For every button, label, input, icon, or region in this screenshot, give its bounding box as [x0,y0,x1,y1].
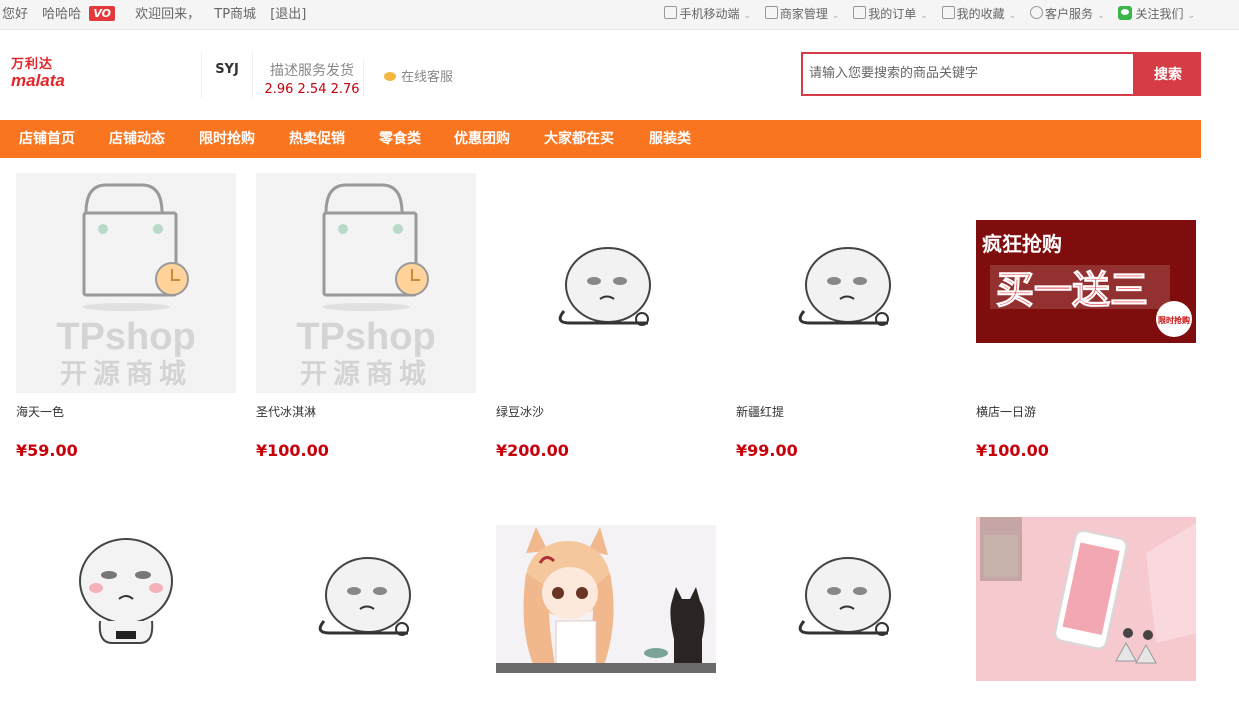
chevron-down-icon: ⌄ [920,11,928,21]
nav-item-news[interactable]: 店铺动态 [109,120,165,158]
product-name[interactable]: 绿豆冰沙 [496,403,544,420]
chevron-down-icon: ⌄ [1097,11,1105,21]
product-image[interactable] [496,173,716,393]
banner-line2: 买一送三 [996,268,1148,312]
product-price: ¥200.00 [496,441,569,460]
top-links: 手机移动端 ⌄ 商家管理 ⌄ 我的订单 ⌄ 我的收藏 ⌄ 客户服务 ⌄ 关注我们 ⌄ [654,0,1195,31]
orders-link[interactable]: 我的订单 ⌄ [853,0,928,31]
product-image[interactable] [256,493,476,713]
vip-badge: VO [89,6,115,21]
chevron-down-icon: ⌄ [743,11,752,21]
product-image[interactable] [16,493,236,713]
product-name[interactable]: 海天一色 [16,403,64,420]
headset-icon [1030,6,1044,19]
favorites-link-label: 我的收藏 [956,7,1005,21]
orders-link-label: 我的订单 [868,7,917,21]
product-image[interactable]: 疯狂抢购 买一送三 限时抢购 [976,173,1196,393]
user-greeting: 您好 哈哈哈 VO 欢迎回来， TP商城 [退出] [2,0,316,29]
search-bar: 搜索 [801,52,1201,96]
follow-link-label: 关注我们 [1135,7,1184,21]
nav-item-home[interactable]: 店铺首页 [19,120,75,158]
logout-link[interactable]: [退出] [270,7,306,22]
wechat-icon [1118,6,1133,20]
product-image[interactable] [736,493,956,713]
product-image[interactable] [496,493,716,713]
nav-item-popular[interactable]: 大家都在买 [544,120,614,158]
placeholder-text-en: TPshop [296,316,435,358]
chat-icon [384,72,396,81]
product-name[interactable]: 圣代冰淇淋 [256,403,316,420]
product-price: ¥59.00 [16,441,78,460]
nav-item-hot-promo[interactable]: 热卖促销 [289,120,345,158]
placeholder-text-cn: 开源商城 [300,359,432,390]
shop-nav: 店铺首页 店铺动态 限时抢购 热卖促销 零食类 优惠团购 大家都在买 服装类 [0,120,1201,158]
nav-item-clothing[interactable]: 服装类 [649,120,691,158]
logo-en: malata [11,71,65,90]
home-icon [764,6,778,19]
product-name[interactable]: 横店一日游 [976,403,1036,420]
score-values: 2.96 2.54 2.76 [264,82,360,97]
shop-name: SYJ [201,52,253,98]
product-image[interactable]: TPshop 开源商城 [256,173,476,393]
shop-logo[interactable]: 万利达 malata [11,58,77,92]
online-service-label: 在线客服 [401,70,454,85]
nav-item-group-buy[interactable]: 优惠团购 [454,120,510,158]
online-service-link[interactable]: 在线客服 [384,66,453,85]
service-link[interactable]: 客户服务 ⌄ [1030,0,1105,31]
nav-item-snacks[interactable]: 零食类 [379,120,421,158]
placeholder-text-cn: 开源商城 [60,359,192,390]
product-price: ¥99.00 [736,441,798,460]
search-button[interactable]: 搜索 [1135,52,1201,96]
username-link[interactable]: 哈哈哈 [42,7,81,22]
heart-icon [941,6,955,19]
score-labels: 描述服务发货 [270,63,354,79]
search-box [801,52,1135,96]
search-input[interactable] [803,54,1135,92]
mobile-link[interactable]: 手机移动端 ⌄ [664,0,751,31]
service-link-label: 客户服务 [1045,7,1094,21]
banner-badge: 限时抢购 [1158,315,1190,325]
welcome-text: 欢迎回来， [135,7,201,22]
nav-item-flash-sale[interactable]: 限时抢购 [199,120,255,158]
follow-link[interactable]: 关注我们 ⌄ [1118,0,1195,31]
top-bar: 您好 哈哈哈 VO 欢迎回来， TP商城 [退出] 手机移动端 ⌄ 商家管理 ⌄ 我… [0,0,1239,30]
greeting-text: 您好 [2,7,29,22]
merchant-link-label: 商家管理 [779,7,828,21]
product-price: ¥100.00 [256,441,329,460]
banner-line1: 疯狂抢购 [982,232,1062,256]
favorites-link[interactable]: 我的收藏 ⌄ [941,0,1017,31]
chevron-down-icon: ⌄ [831,11,840,21]
mobile-link-label: 手机移动端 [679,7,740,21]
logo-cn: 万利达 [11,57,54,72]
product-name[interactable]: 新疆红提 [736,403,784,420]
product-image[interactable] [736,173,956,393]
chevron-down-icon: ⌄ [1187,11,1195,21]
merchant-link[interactable]: 商家管理 ⌄ [764,0,840,31]
product-price: ¥100.00 [976,441,1049,460]
product-image[interactable] [976,493,1196,713]
placeholder-text-en: TPshop [56,316,195,358]
divider [363,60,364,96]
product-image[interactable]: TPshop 开源商城 [16,173,236,393]
chevron-down-icon: ⌄ [1008,11,1017,21]
phone-icon [664,6,678,19]
site-link[interactable]: TP商城 [214,7,256,22]
list-icon [853,6,867,19]
shop-scores: 描述服务发货 2.96 2.54 2.76 [262,60,362,97]
